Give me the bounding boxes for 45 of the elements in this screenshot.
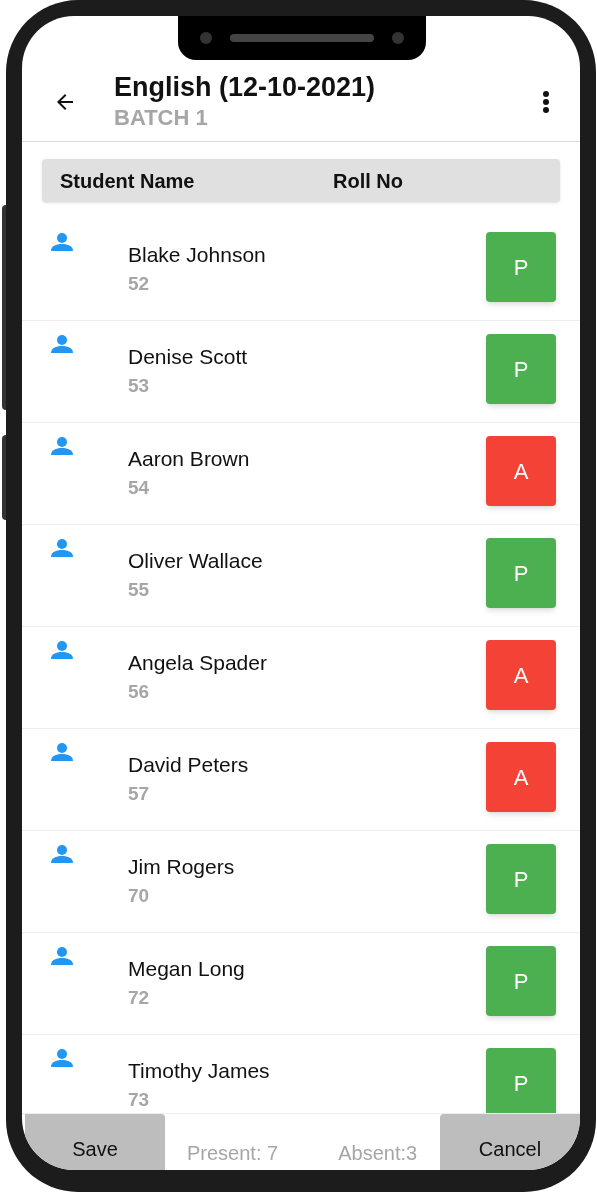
attendance-toggle-button[interactable]: P [486, 946, 556, 1016]
column-header: Roll No [333, 168, 403, 194]
present-count: Present: 7 [187, 1141, 279, 1166]
roll-number: 55 [128, 578, 151, 602]
student-name: Timothy James [128, 1058, 271, 1084]
attendance-toggle-button[interactable]: P [486, 844, 556, 914]
person-icon [51, 845, 73, 863]
roll-number: 52 [128, 272, 151, 296]
person-icon [51, 335, 73, 353]
column-header: Student Name [60, 168, 196, 194]
person-icon [51, 641, 73, 659]
attendance-toggle-button[interactable]: P [486, 1048, 556, 1113]
attendance-toggle-button[interactable]: P [486, 334, 556, 404]
person-icon [51, 539, 73, 557]
student-name: Blake Johnson [128, 242, 267, 268]
student-name: Aaron Brown [128, 446, 251, 472]
person-icon [51, 947, 73, 965]
person-icon [51, 743, 73, 761]
save-button[interactable]: Save [25, 1114, 165, 1170]
person-icon [51, 233, 73, 251]
roll-number: 53 [128, 374, 151, 398]
student-name: Jim Rogers [128, 854, 236, 880]
batch-label: BATCH 1 [114, 103, 209, 132]
attendance-toggle-button[interactable]: A [486, 742, 556, 812]
student-name: David Peters [128, 752, 250, 778]
attendance-toggle-button[interactable]: A [486, 640, 556, 710]
attendance-toggle-button[interactable]: P [486, 232, 556, 302]
student-name: Angela Spader [128, 650, 268, 676]
student-name: Megan Long [128, 956, 246, 982]
cancel-button[interactable]: Cancel [440, 1114, 580, 1170]
person-icon [51, 1049, 73, 1067]
student-name: Denise Scott [128, 344, 249, 370]
roll-number: 57 [128, 782, 151, 806]
screen-title: English (12-10-2021) [114, 70, 377, 103]
absent-count: Absent:3 [338, 1141, 418, 1166]
more-icon[interactable] [542, 89, 550, 114]
attendance-toggle-button[interactable]: A [486, 436, 556, 506]
roll-number: 70 [128, 884, 151, 908]
attendance-toggle-button[interactable]: P [486, 538, 556, 608]
student-name: Oliver Wallace [128, 548, 264, 574]
roll-number: 56 [128, 680, 151, 704]
person-icon [51, 437, 73, 455]
roll-number: 54 [128, 476, 151, 500]
roll-number: 72 [128, 986, 151, 1010]
roll-number: 73 [128, 1088, 151, 1112]
